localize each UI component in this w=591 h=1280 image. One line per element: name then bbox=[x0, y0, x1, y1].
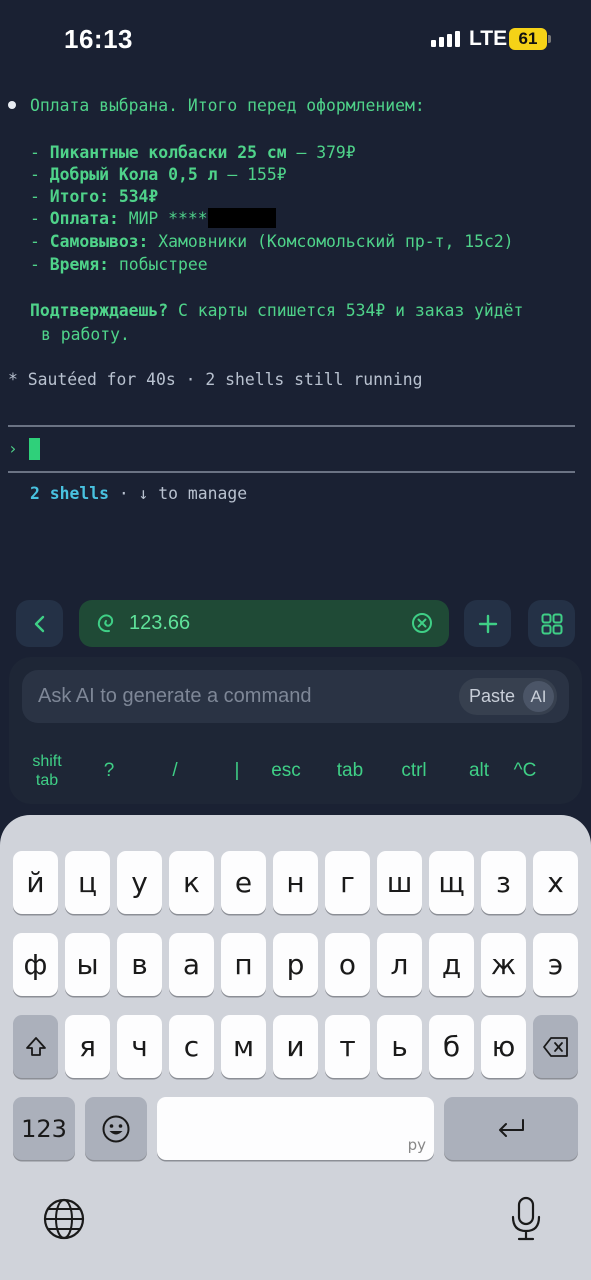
key[interactable]: ф bbox=[13, 933, 58, 996]
onscreen-keyboard: й ц у к е н г ш щ з х ф ы в а п р о л д … bbox=[0, 815, 591, 1280]
numbers-key[interactable]: 123 bbox=[13, 1097, 75, 1160]
key[interactable]: ь bbox=[377, 1015, 422, 1078]
key[interactable]: ж bbox=[481, 933, 526, 996]
key[interactable]: з bbox=[481, 851, 526, 914]
order-item: - Добрый Кола 0,5 л — 155₽ bbox=[30, 165, 287, 184]
key[interactable]: р bbox=[273, 933, 318, 996]
signal-icon bbox=[431, 31, 460, 47]
key[interactable]: м bbox=[221, 1015, 266, 1078]
key[interactable]: г bbox=[325, 851, 370, 914]
status-bar: 16:13 LTE 61 bbox=[0, 0, 591, 80]
key[interactable]: в bbox=[117, 933, 162, 996]
globe-button[interactable] bbox=[42, 1197, 86, 1241]
key[interactable]: л bbox=[377, 933, 422, 996]
order-pickup: - Самовывоз: Хамовники (Комсомольский пр… bbox=[30, 232, 514, 251]
space-key[interactable]: ру bbox=[157, 1097, 434, 1160]
slash-key[interactable]: / bbox=[163, 760, 187, 782]
debian-logo-icon bbox=[97, 614, 114, 633]
key[interactable]: ш bbox=[377, 851, 422, 914]
clock: 16:13 bbox=[64, 24, 133, 54]
input-divider-top bbox=[8, 425, 575, 427]
key[interactable]: щ bbox=[429, 851, 474, 914]
globe-icon bbox=[43, 1198, 85, 1240]
ai-button[interactable]: AI bbox=[523, 681, 554, 712]
key[interactable]: п bbox=[221, 933, 266, 996]
key[interactable]: и bbox=[273, 1015, 318, 1078]
confirm-question: Подтверждаешь? С карты спишется 534₽ и з… bbox=[30, 301, 524, 320]
microphone-icon bbox=[511, 1196, 541, 1241]
key[interactable]: ц bbox=[65, 851, 110, 914]
pipe-key[interactable]: | bbox=[225, 760, 249, 782]
paste-label: Paste bbox=[468, 686, 515, 706]
key[interactable]: у bbox=[117, 851, 162, 914]
key[interactable]: б bbox=[429, 1015, 474, 1078]
key[interactable]: ы bbox=[65, 933, 110, 996]
order-item: - Пикантные колбаски 25 см — 379₽ bbox=[30, 143, 356, 162]
esc-key[interactable]: esc bbox=[265, 760, 307, 782]
terminal-cursor[interactable] bbox=[29, 438, 40, 460]
key[interactable]: н bbox=[273, 851, 318, 914]
special-keys-row: shift tab ? / | esc tab ctrl alt ^C bbox=[9, 752, 582, 792]
network-type: LTE bbox=[469, 27, 508, 50]
ctrl-key[interactable]: ctrl bbox=[393, 760, 435, 782]
key[interactable]: а bbox=[169, 933, 214, 996]
summary-heading: Оплата выбрана. Итого перед оформлением: bbox=[30, 96, 425, 115]
key[interactable]: э bbox=[533, 933, 578, 996]
order-payment: - Оплата: МИР **** bbox=[30, 208, 276, 230]
confirm-question-cont: в работу. bbox=[41, 325, 130, 344]
input-divider-bottom bbox=[8, 471, 575, 473]
host-selector[interactable]: 123.66 bbox=[79, 600, 449, 647]
key[interactable]: я bbox=[65, 1015, 110, 1078]
key[interactable]: о bbox=[325, 933, 370, 996]
message-bullet bbox=[8, 101, 16, 109]
add-button[interactable] bbox=[464, 600, 511, 647]
key[interactable]: е bbox=[221, 851, 266, 914]
battery-cap bbox=[548, 35, 551, 43]
return-key[interactable] bbox=[444, 1097, 578, 1160]
shells-indicator[interactable]: 2 shells · ↓ to manage bbox=[30, 483, 247, 505]
grid-icon bbox=[541, 613, 562, 634]
prompt-symbol: › bbox=[8, 439, 18, 458]
back-button[interactable] bbox=[16, 600, 63, 647]
order-total: - Итого: 534₽ bbox=[30, 187, 159, 206]
ai-command-input[interactable] bbox=[38, 670, 458, 723]
alt-key[interactable]: alt bbox=[458, 760, 500, 782]
paste-button[interactable]: Paste AI bbox=[458, 678, 557, 715]
battery-indicator: 61 bbox=[509, 28, 547, 50]
key[interactable]: х bbox=[533, 851, 578, 914]
key[interactable]: т bbox=[325, 1015, 370, 1078]
key[interactable]: ю bbox=[481, 1015, 526, 1078]
question-key[interactable]: ? bbox=[97, 760, 121, 782]
order-time: - Время: побыстрее bbox=[30, 255, 208, 274]
return-icon bbox=[499, 1118, 524, 1137]
ai-input-container: Paste AI bbox=[22, 670, 569, 723]
clear-icon[interactable] bbox=[411, 612, 433, 634]
chevron-left-icon bbox=[34, 615, 44, 632]
shift-key[interactable] bbox=[13, 1015, 58, 1078]
key[interactable]: й bbox=[13, 851, 58, 914]
redacted-card-number bbox=[207, 208, 276, 228]
tab-key[interactable]: tab bbox=[329, 760, 371, 782]
dictation-button[interactable] bbox=[508, 1195, 544, 1243]
backspace-icon bbox=[542, 1036, 568, 1057]
backspace-key[interactable] bbox=[533, 1015, 578, 1078]
emoji-icon bbox=[102, 1115, 130, 1142]
ai-command-panel: Paste AI shift tab ? / | esc tab ctrl al… bbox=[9, 657, 582, 804]
grid-menu-button[interactable] bbox=[528, 600, 575, 647]
status-line: * Sautéed for 40s · 2 shells still runni… bbox=[8, 370, 423, 389]
emoji-key[interactable] bbox=[85, 1097, 147, 1160]
key[interactable]: д bbox=[429, 933, 474, 996]
plus-icon bbox=[478, 614, 497, 633]
keyboard-language-hint: ру bbox=[407, 1136, 426, 1154]
key[interactable]: с bbox=[169, 1015, 214, 1078]
shift-icon bbox=[25, 1036, 46, 1056]
host-name: 123.66 bbox=[129, 612, 191, 634]
shift-tab-key[interactable]: shift tab bbox=[23, 752, 71, 790]
ctrl-c-key[interactable]: ^C bbox=[507, 760, 543, 782]
key[interactable]: ч bbox=[117, 1015, 162, 1078]
key[interactable]: к bbox=[169, 851, 214, 914]
